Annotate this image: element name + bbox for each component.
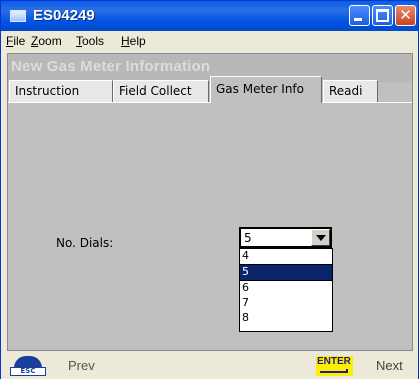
maximize-icon xyxy=(376,9,389,22)
minimize-icon xyxy=(354,18,362,21)
esc-key-label: ESC xyxy=(10,367,46,376)
menu-help[interactable]: Help xyxy=(121,34,146,48)
bottom-bar: ESC Prev ENTER Next xyxy=(1,353,418,379)
prev-button[interactable]: Prev xyxy=(68,358,95,373)
enter-key-icon[interactable]: ENTER xyxy=(316,356,353,376)
form-panel: New Gas Meter Information Instruction Fi… xyxy=(7,53,413,351)
title-bar[interactable]: ES04249 ✕ xyxy=(1,1,418,31)
dials-label: No. Dials: xyxy=(56,236,114,250)
close-icon: ✕ xyxy=(399,6,412,24)
enter-arrow-icon xyxy=(320,369,348,373)
tab-gas-meter-info[interactable]: Gas Meter Info xyxy=(210,76,322,103)
dials-option-4[interactable]: 4 xyxy=(240,249,332,264)
tab-instruction[interactable]: Instruction xyxy=(9,80,113,102)
dials-option-7[interactable]: 7 xyxy=(240,296,332,311)
tab-strip: Instruction Field Collect Gas Meter Info… xyxy=(8,76,412,119)
maximize-button[interactable] xyxy=(372,5,393,26)
app-window: ES04249 ✕ File Zoom Tools Help New Gas M… xyxy=(0,0,419,379)
tab-content: No. Dials: 5 4 5 6 7 8 xyxy=(8,103,412,350)
chevron-down-icon xyxy=(316,235,326,241)
menu-zoom[interactable]: Zoom xyxy=(31,34,62,48)
tab-readings[interactable]: Readi xyxy=(323,80,378,102)
menu-tools[interactable]: Tools xyxy=(76,34,104,48)
esc-key-icon[interactable]: ESC xyxy=(10,356,46,376)
close-button[interactable]: ✕ xyxy=(395,5,416,26)
dials-dropdown-list: 4 5 6 7 8 xyxy=(239,248,333,332)
form-title: New Gas Meter Information xyxy=(11,58,211,75)
window-title: ES04249 xyxy=(33,7,95,24)
menu-file[interactable]: File xyxy=(6,34,25,48)
dials-option-8[interactable]: 8 xyxy=(240,311,332,326)
menu-bar: File Zoom Tools Help xyxy=(1,31,418,51)
tab-field-collect[interactable]: Field Collect xyxy=(113,80,209,102)
window-icon xyxy=(10,10,26,22)
enter-key-label: ENTER xyxy=(317,356,351,367)
dials-select-value: 5 xyxy=(244,231,252,245)
minimize-button[interactable] xyxy=(349,5,370,26)
dials-dropdown-button[interactable] xyxy=(311,229,330,246)
dials-option-6[interactable]: 6 xyxy=(240,281,332,296)
next-button[interactable]: Next xyxy=(376,358,403,373)
dials-option-5[interactable]: 5 xyxy=(240,264,332,281)
dials-select[interactable]: 5 xyxy=(239,227,332,248)
